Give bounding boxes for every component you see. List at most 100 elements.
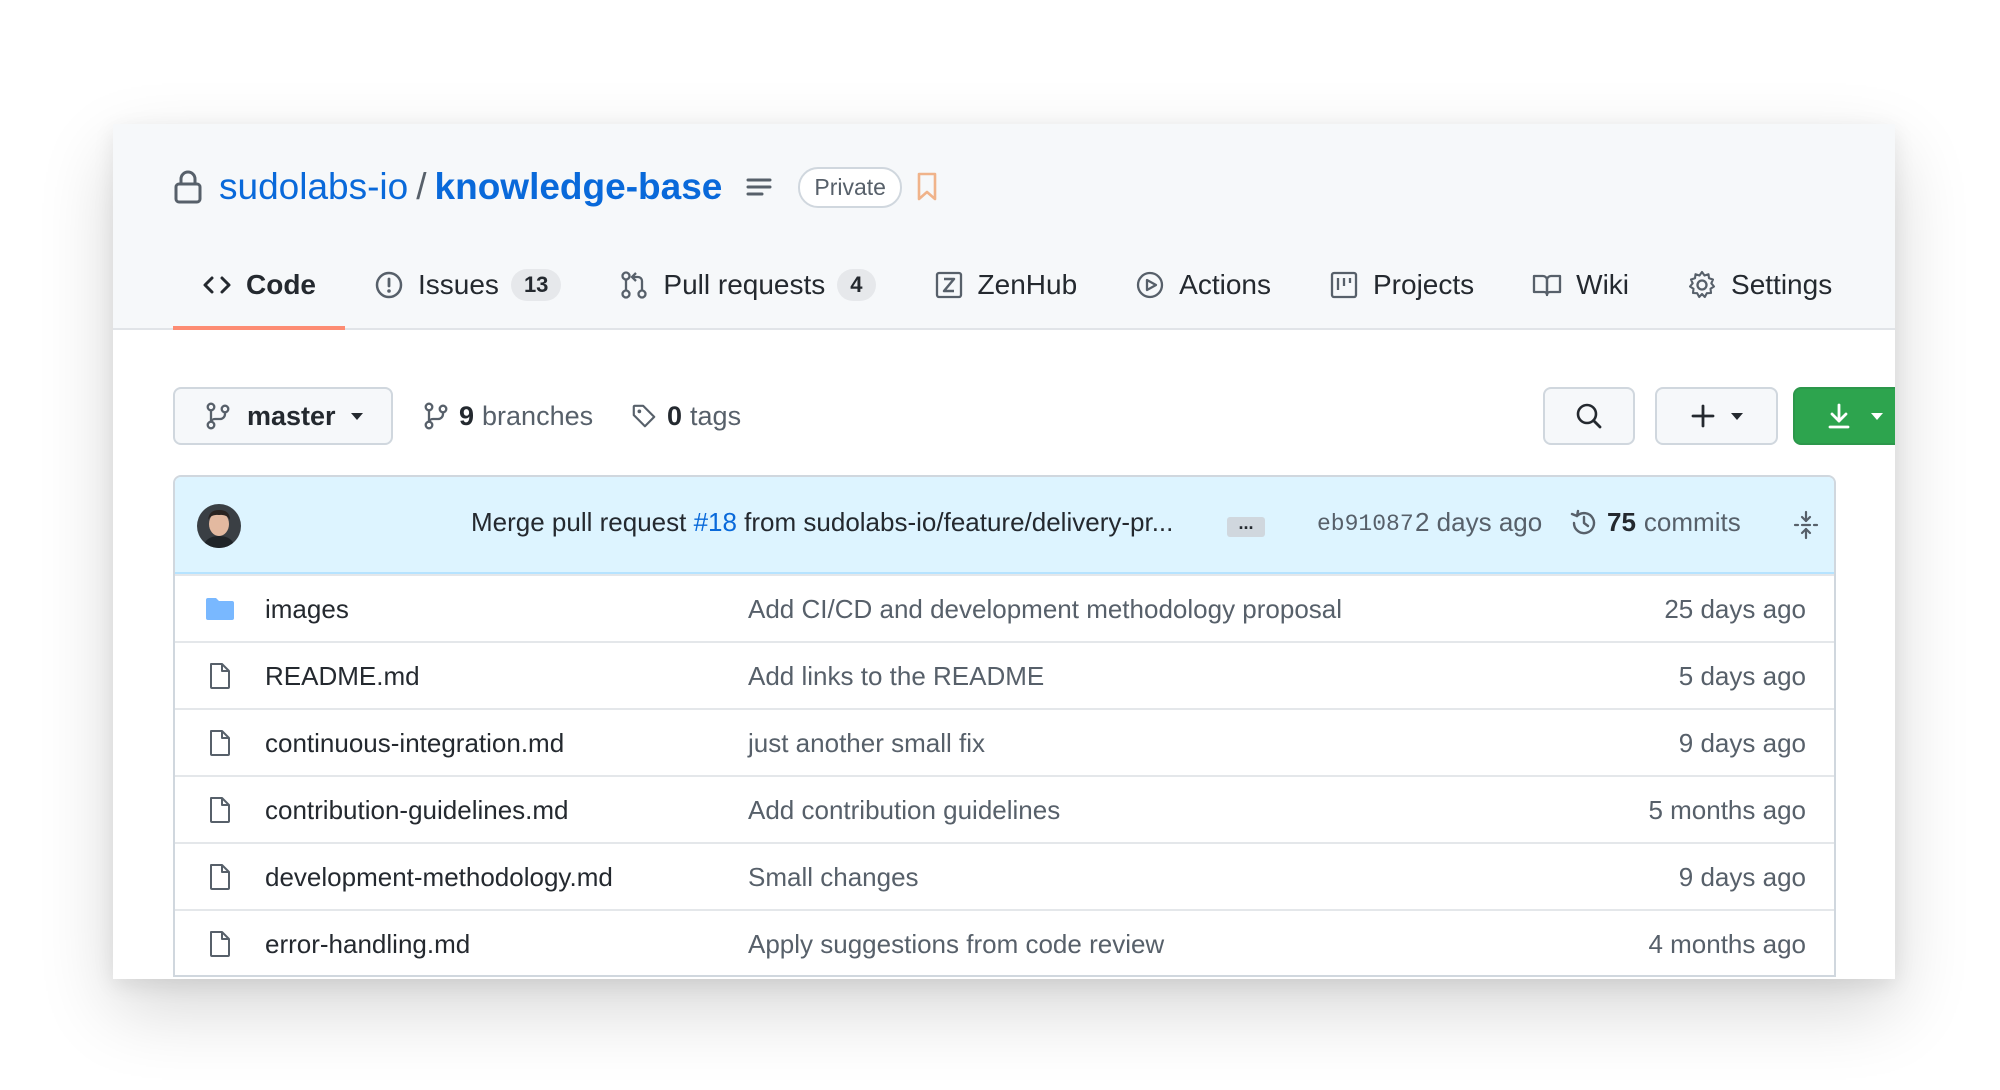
file-name-link[interactable]: contribution-guidelines.md <box>265 795 569 826</box>
latest-commit-bar: Merge pull request #18 from sudolabs-io/… <box>175 477 1834 574</box>
repo-path-separator: / <box>416 166 427 207</box>
code-icon <box>203 276 231 294</box>
project-icon <box>1330 271 1358 299</box>
repo-nav-tabs: Code Issues 13 Pull requests 4 ZenHub Ac… <box>173 252 1861 330</box>
file-navigation-toolbar: master 9 branches 0 tags <box>173 387 1895 445</box>
play-icon <box>1137 271 1164 299</box>
fold-icon[interactable] <box>1792 510 1820 540</box>
visibility-badge: Private <box>798 166 902 208</box>
tab-label: Issues <box>418 269 499 300</box>
gear-icon <box>1688 270 1716 299</box>
file-icon <box>210 730 230 756</box>
file-icon <box>210 931 230 957</box>
tab-zenhub[interactable]: ZenHub <box>905 252 1107 318</box>
commit-sha-link[interactable]: eb91087 <box>1317 511 1414 537</box>
repo-header: sudolabs-io / knowledge-base Private Cod… <box>113 124 1895 330</box>
branches-label: branches <box>482 400 594 431</box>
repo-window: sudolabs-io / knowledge-base Private Cod… <box>113 124 1895 979</box>
repo-name-link[interactable]: knowledge-base <box>435 166 723 208</box>
file-commit-message-link[interactable]: Add contribution guidelines <box>748 795 1060 826</box>
file-row[interactable]: continuous-integration.md just another s… <box>175 708 1834 775</box>
pull-requests-counter: 4 <box>837 269 876 301</box>
file-commit-age: 9 days ago <box>1678 728 1806 758</box>
file-commit-message-link[interactable]: just another small fix <box>748 728 985 759</box>
tab-label: Actions <box>1179 269 1271 300</box>
tags-label: tags <box>690 400 742 431</box>
tab-label: Projects <box>1373 269 1475 300</box>
caret-down-icon <box>1870 413 1883 420</box>
file-commit-message-link[interactable]: Apply suggestions from code review <box>748 929 1164 960</box>
file-name-link[interactable]: development-methodology.md <box>265 862 613 893</box>
commit-message-prefix: Merge pull request <box>471 507 694 537</box>
tag-icon <box>632 404 656 428</box>
history-icon <box>1570 509 1596 534</box>
code-download-button[interactable] <box>1793 387 1895 445</box>
lock-icon <box>174 170 202 204</box>
file-row[interactable]: README.md Add links to the README 5 days… <box>175 641 1834 708</box>
zenhub-icon <box>935 271 962 299</box>
commit-history-link[interactable]: 75 commits <box>1569 507 1741 538</box>
tab-label: ZenHub <box>977 269 1078 300</box>
caret-down-icon <box>1730 413 1743 420</box>
issue-opened-icon <box>375 271 403 299</box>
tab-actions[interactable]: Actions <box>1106 252 1300 318</box>
tab-label: Pull requests <box>663 269 826 300</box>
file-commit-age: 25 days ago <box>1664 594 1806 624</box>
file-row[interactable]: contribution-guidelines.md Add contribut… <box>175 775 1834 842</box>
plus-icon <box>1691 404 1714 428</box>
repo-title: sudolabs-io / knowledge-base Private <box>173 162 938 212</box>
file-name-link[interactable]: continuous-integration.md <box>265 728 564 759</box>
tags-link[interactable]: 0 tags <box>631 387 741 445</box>
tab-label: Code <box>246 269 316 300</box>
tab-label: Wiki <box>1576 269 1630 300</box>
tab-wiki[interactable]: Wiki <box>1503 252 1658 318</box>
pull-request-link[interactable]: #18 <box>694 507 737 537</box>
commits-count: 75 <box>1607 507 1636 537</box>
tab-code[interactable]: Code <box>173 252 345 330</box>
book-icon <box>1533 274 1562 297</box>
three-bars-icon[interactable] <box>742 170 776 204</box>
add-file-button[interactable] <box>1655 387 1778 445</box>
file-commit-message-link[interactable]: Add links to the README <box>748 661 1044 692</box>
tab-pull-requests[interactable]: Pull requests 4 <box>590 252 904 318</box>
file-row[interactable]: development-methodology.md Small changes… <box>175 842 1834 909</box>
file-commit-age: 5 days ago <box>1678 661 1806 691</box>
repo-owner-link[interactable]: sudolabs-io <box>219 166 408 208</box>
download-icon <box>1828 403 1849 429</box>
avatar[interactable] <box>197 504 241 548</box>
file-name-link[interactable]: README.md <box>265 661 420 692</box>
go-to-file-button[interactable] <box>1543 387 1635 445</box>
file-row[interactable]: images Add CI/CD and development methodo… <box>175 574 1834 641</box>
file-commit-message-link[interactable]: Small changes <box>748 862 919 893</box>
tab-projects[interactable]: Projects <box>1300 252 1503 318</box>
expand-commit-message-button[interactable]: ... <box>1227 514 1265 537</box>
tab-issues[interactable]: Issues 13 <box>345 252 590 318</box>
file-icon <box>210 663 230 689</box>
branch-select-button[interactable]: master <box>173 387 393 445</box>
file-icon <box>210 797 230 823</box>
commits-label: commits <box>1643 507 1741 537</box>
issues-counter: 13 <box>510 269 562 301</box>
file-row[interactable]: error-handling.md Apply suggestions from… <box>175 909 1834 975</box>
file-commit-message-link[interactable]: Add CI/CD and development methodology pr… <box>748 594 1342 625</box>
git-branch-icon <box>206 402 230 430</box>
file-commit-age: 9 days ago <box>1678 862 1806 892</box>
file-icon <box>210 864 230 890</box>
branches-count: 9 <box>459 400 475 431</box>
branches-link[interactable]: 9 branches <box>423 387 593 445</box>
tab-label: Settings <box>1731 269 1833 300</box>
commit-message[interactable]: Merge pull request #18 from sudolabs-io/… <box>471 507 1173 538</box>
file-name-link[interactable]: images <box>265 594 349 625</box>
folder-icon <box>206 598 234 620</box>
git-branch-icon <box>424 402 448 430</box>
branch-name: master <box>247 400 336 431</box>
tab-settings[interactable]: Settings <box>1658 252 1861 318</box>
file-name-link[interactable]: error-handling.md <box>265 929 470 960</box>
git-pull-request-icon <box>621 271 648 299</box>
bookmark-icon[interactable] <box>916 172 938 202</box>
tags-count: 0 <box>667 400 683 431</box>
commit-age: 2 days ago <box>1415 507 1543 537</box>
file-commit-age: 5 months ago <box>1648 795 1806 825</box>
commit-message-suffix: from sudolabs-io/feature/delivery-pr... <box>736 507 1174 537</box>
avatar-image <box>197 504 241 548</box>
